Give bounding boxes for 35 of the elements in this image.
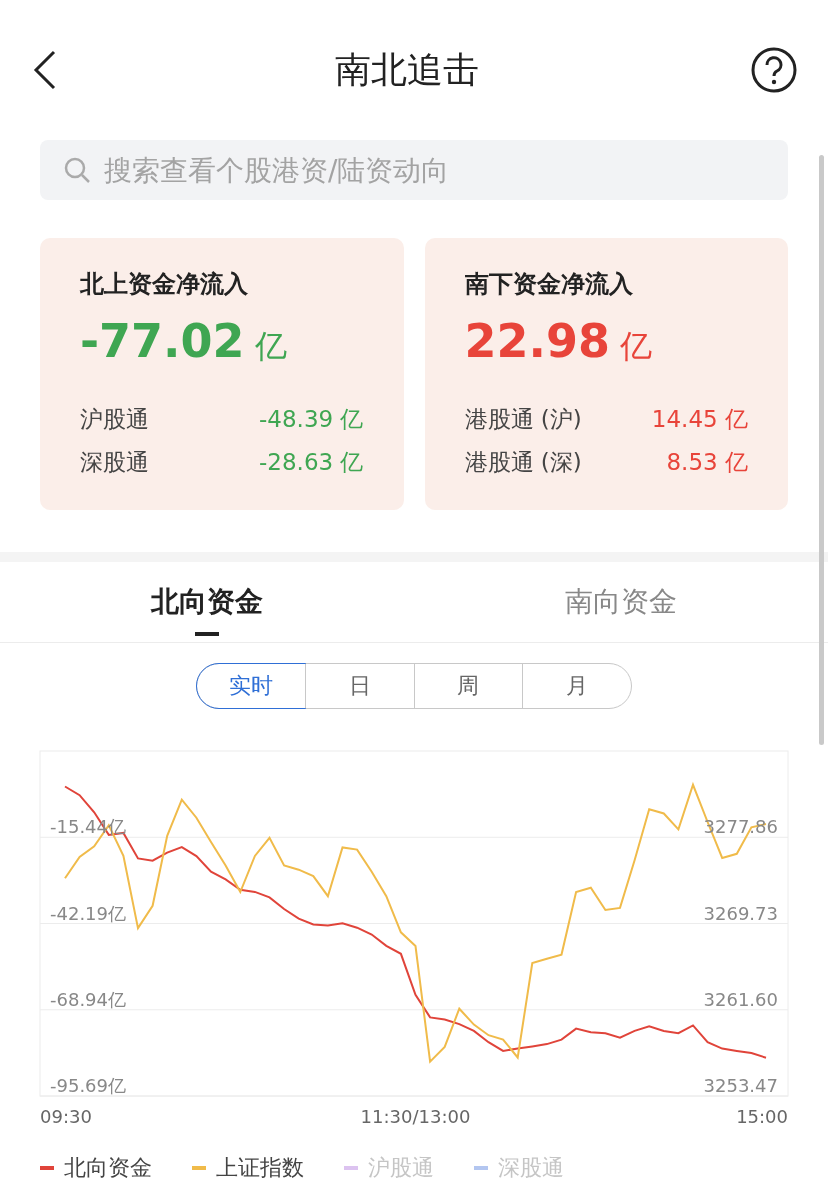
- period-option[interactable]: 日: [304, 664, 414, 708]
- period-option[interactable]: 月: [522, 664, 631, 708]
- legend-label[interactable]: 上证指数: [216, 1153, 304, 1183]
- unit-label: 亿: [620, 326, 652, 367]
- help-icon[interactable]: [750, 46, 798, 94]
- axis-label: -42.19亿: [50, 902, 127, 924]
- channel-value: -48.39 亿: [259, 405, 364, 434]
- tab[interactable]: 北向资金: [0, 562, 414, 642]
- axis-label: 09:30: [40, 1106, 92, 1127]
- channel-value: 14.45 亿: [651, 405, 748, 434]
- card-title: 北上资金净流入: [80, 269, 248, 300]
- legend-label[interactable]: 北向资金: [64, 1153, 152, 1183]
- tab[interactable]: 南向资金: [414, 562, 828, 642]
- period-option[interactable]: 周: [413, 664, 523, 708]
- channel-value: 8.53 亿: [666, 448, 748, 477]
- axis-label: 11:30/13:00: [360, 1106, 471, 1127]
- channel-label: 港股通 (沪): [464, 405, 582, 434]
- channel-value: -28.63 亿: [259, 448, 364, 477]
- unit-label: 亿: [254, 326, 287, 367]
- channel-label: 沪股通: [80, 405, 149, 434]
- card-title: 南下资金净流入: [464, 269, 633, 300]
- net-flow-amount: -77.02: [80, 314, 245, 368]
- channel-label: 深股通: [80, 448, 149, 477]
- axis-label: 15:00: [736, 1106, 788, 1127]
- net-flow-amount: 22.98: [464, 314, 610, 368]
- axis-label: -95.69亿: [50, 1075, 127, 1096]
- axis-label: 3261.60: [703, 988, 778, 1010]
- channel-label: 港股通 (深): [464, 448, 582, 477]
- period-option[interactable]: 实时: [197, 664, 305, 708]
- axis-label: 3253.47: [703, 1075, 778, 1096]
- search-icon: [62, 155, 92, 185]
- search-field[interactable]: 搜索查看个股港资/陆资动向: [40, 140, 788, 200]
- axis-label: -68.94亿: [50, 988, 127, 1010]
- page-title: 南北追击: [335, 47, 479, 92]
- axis-label: 3269.73: [703, 902, 778, 924]
